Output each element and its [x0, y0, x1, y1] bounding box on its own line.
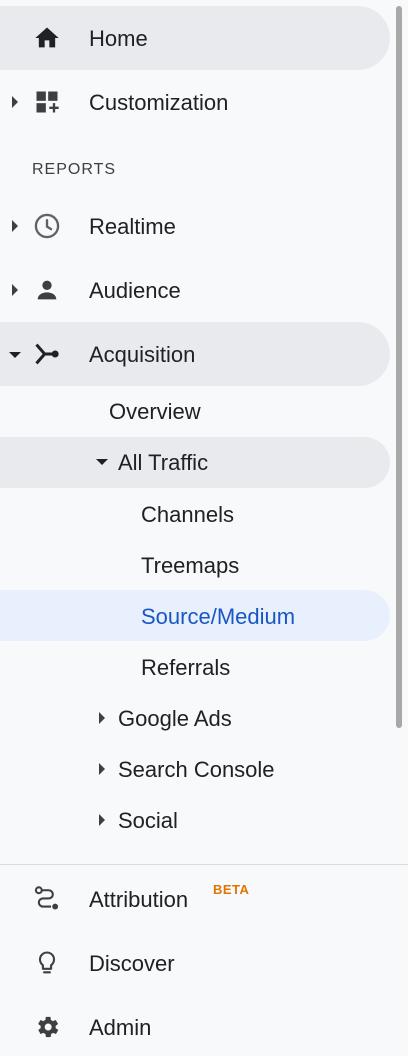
caret-right-icon[interactable]	[99, 814, 105, 826]
sidebar-item-label: Channels	[141, 502, 234, 527]
caret-down-icon[interactable]	[96, 459, 108, 465]
sidebar-item-label: Acquisition	[89, 342, 196, 367]
sidebar-item-label: Realtime	[89, 214, 176, 239]
sidebar-item-label: Audience	[89, 278, 181, 303]
clock-icon	[34, 213, 60, 239]
reports-section-header: REPORTS	[32, 161, 117, 178]
lightbulb-icon	[38, 951, 56, 974]
sidebar-item-label: Treemaps	[141, 553, 240, 578]
beta-badge: BETA	[213, 882, 250, 897]
caret-right-icon[interactable]	[99, 763, 105, 775]
caret-down-icon[interactable]	[9, 352, 21, 358]
caret-right-icon[interactable]	[99, 712, 105, 724]
caret-right-icon[interactable]	[12, 220, 18, 232]
sidebar-item-label: Source/Medium	[141, 604, 296, 629]
sidebar-scrollbar[interactable]	[396, 6, 402, 728]
sidebar-item-label: Referrals	[141, 655, 231, 680]
dashboard-customize-icon	[36, 91, 59, 113]
sidebar-item-label: Social	[118, 808, 178, 833]
gear-icon	[38, 1016, 59, 1038]
sidebar-item-label: Google Ads	[118, 706, 232, 731]
sidebar-item-label: Customization	[89, 90, 229, 115]
sidebar-nav: Home Customization REPORTS Realtime Audi…	[0, 0, 408, 864]
caret-right-icon[interactable]	[12, 284, 18, 296]
sidebar-item-label: Admin	[89, 1015, 152, 1040]
acquisition-merge-icon	[35, 343, 59, 365]
home-icon	[35, 27, 59, 48]
bottom-nav: Attribution BETA Discover Admin	[0, 865, 408, 1056]
caret-right-icon[interactable]	[12, 96, 18, 108]
sidebar-item-label: Attribution	[89, 887, 189, 912]
sidebar-item-label: Search Console	[118, 757, 275, 782]
attribution-route-icon	[34, 886, 59, 910]
sidebar-item-label: Discover	[89, 951, 175, 976]
sidebar-item-label: Overview	[109, 399, 201, 424]
person-icon	[37, 280, 57, 300]
sidebar-item-label: All Traffic	[118, 450, 209, 475]
sidebar-item-label: Home	[89, 26, 148, 51]
